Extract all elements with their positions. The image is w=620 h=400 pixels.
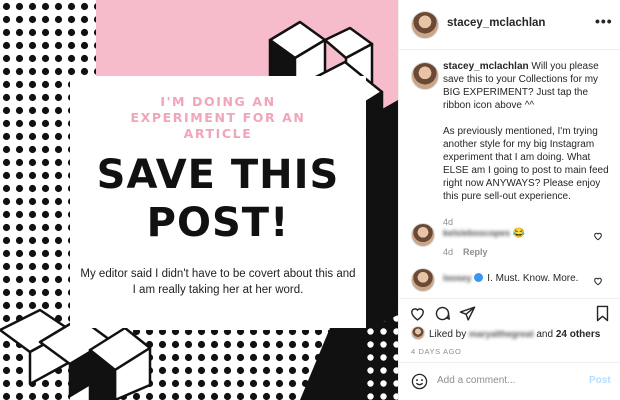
comment-username[interactable]: kelsieboscopes — [443, 228, 510, 238]
post-sidebar: stacey_mclachlan ••• stacey_mclachlan Wi… — [398, 0, 620, 400]
comment-timestamp: 4d — [443, 247, 454, 257]
caption-username[interactable]: stacey_mclachlan — [443, 61, 529, 72]
pre-title-line: I'M DOING AN — [160, 94, 276, 109]
poster-card: I'M DOING AN EXPERIMENT FOR AN ARTICLE S… — [70, 76, 366, 328]
more-horizontal-icon[interactable]: ••• — [595, 13, 613, 29]
caption-paragraph-2: As previously mentioned, I'm trying anot… — [443, 126, 609, 202]
poster-title: SAVE THIS POST! — [50, 151, 386, 247]
emoji-icon[interactable] — [411, 373, 428, 390]
avatar[interactable] — [411, 62, 439, 90]
likes-summary: Liked by maryalthegreat and 24 others — [411, 326, 600, 340]
avatar[interactable] — [411, 268, 435, 292]
avatar[interactable] — [411, 326, 425, 340]
avatar[interactable] — [411, 223, 435, 247]
post-header: stacey_mclachlan ••• — [399, 0, 620, 50]
add-comment-bar: Add a comment... Post — [399, 362, 620, 400]
poster-pre-title: I'M DOING AN EXPERIMENT FOR AN ARTICLE — [70, 94, 366, 142]
post-image[interactable]: I'M DOING AN EXPERIMENT FOR AN ARTICLE S… — [0, 0, 398, 400]
comment-text: 😂 — [512, 228, 526, 239]
likes-others-link[interactable]: 24 others — [556, 329, 600, 340]
heart-icon[interactable] — [593, 231, 603, 241]
comment-text: I. Must. Know. More. — [487, 273, 579, 284]
bookmark-icon[interactable] — [595, 305, 610, 322]
heart-icon[interactable] — [593, 276, 603, 286]
action-bar — [399, 298, 620, 324]
reply-button[interactable]: Reply — [463, 247, 488, 257]
pre-title-line: EXPERIMENT FOR AN — [130, 110, 306, 125]
post-date: 4 DAYS AGO — [411, 347, 462, 356]
comment-icon[interactable] — [434, 305, 451, 322]
title-line: SAVE THIS — [96, 152, 340, 198]
share-icon[interactable] — [459, 305, 476, 322]
caption-text: stacey_mclachlan Will you please save th… — [443, 60, 613, 229]
likes-prefix: Liked by — [429, 329, 467, 340]
verified-badge-icon — [473, 273, 483, 282]
poster-body-text: My editor said I didn't have to be cover… — [80, 268, 356, 296]
header-username[interactable]: stacey_mclachlan — [447, 17, 545, 29]
title-line: POST! — [146, 200, 290, 246]
comment-username[interactable]: loosey — [443, 273, 472, 283]
likes-middle: and — [536, 329, 554, 340]
comment-input[interactable]: Add a comment... — [437, 375, 515, 386]
liker-username[interactable]: maryalthegreat — [469, 329, 534, 339]
post-button[interactable]: Post — [589, 375, 611, 386]
heart-icon[interactable] — [409, 305, 426, 322]
pre-title-line: ARTICLE — [183, 126, 253, 141]
avatar[interactable] — [411, 11, 439, 39]
